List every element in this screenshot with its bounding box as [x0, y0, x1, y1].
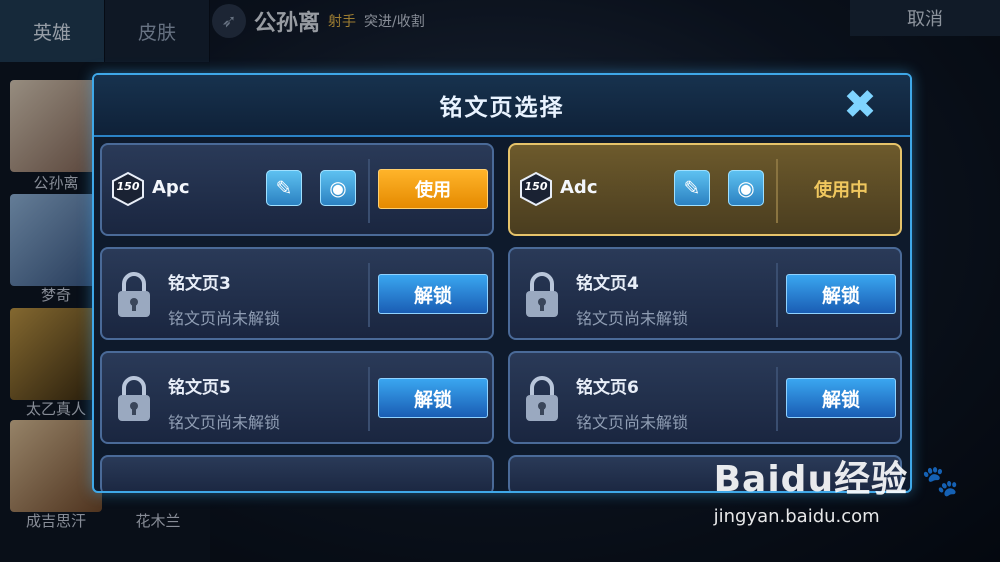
paw-icon: 🐾 — [921, 464, 960, 499]
baidu-watermark: Baidu经验 🐾 jingyan.baidu.com — [714, 450, 960, 527]
rune-page-card-partial — [100, 455, 494, 491]
rune-page-modal: 铭文页选择 ✖ 150 Apc ✎ ◉ 使用 150 Adc ✎ ◉ 使用中 铭… — [92, 73, 912, 493]
level-badge-text: 150 — [524, 180, 548, 193]
unlock-button[interactable]: 解锁 — [786, 274, 896, 314]
card-divider — [776, 159, 778, 223]
rune-page-status: 铭文页尚未解锁 — [168, 413, 281, 432]
rune-page-name: 铭文页3 — [168, 274, 231, 294]
use-button[interactable]: 使用 — [378, 169, 488, 209]
card-divider — [368, 263, 370, 327]
rune-page-card-active: 150 Adc ✎ ◉ 使用中 — [508, 143, 902, 236]
eye-icon[interactable]: ◉ — [320, 170, 356, 206]
locked-rune-page-card: 铭文页4 铭文页尚未解锁 解锁 — [508, 247, 902, 340]
level-badge-text: 150 — [116, 180, 140, 193]
eye-icon[interactable]: ◉ — [728, 170, 764, 206]
rune-page-name: 铭文页6 — [576, 378, 639, 398]
locked-rune-page-card: 铭文页3 铭文页尚未解锁 解锁 — [100, 247, 494, 340]
rune-page-card: 150 Apc ✎ ◉ 使用 — [100, 143, 494, 236]
lock-icon — [522, 375, 562, 423]
modal-header: 铭文页选择 ✖ — [94, 75, 910, 137]
modal-title: 铭文页选择 — [439, 95, 565, 121]
card-divider — [776, 263, 778, 327]
unlock-button[interactable]: 解锁 — [378, 274, 488, 314]
rune-page-name: Adc — [560, 177, 598, 198]
rune-page-name: 铭文页5 — [168, 378, 231, 398]
lock-icon — [114, 271, 154, 319]
eraser-icon[interactable]: ✎ — [674, 170, 710, 206]
lock-icon — [522, 271, 562, 319]
card-divider — [368, 367, 370, 431]
rune-page-status: 铭文页尚未解锁 — [576, 413, 689, 432]
unlock-button[interactable]: 解锁 — [378, 378, 488, 418]
locked-rune-page-card: 铭文页5 铭文页尚未解锁 解锁 — [100, 351, 494, 444]
in-use-label: 使用中 — [814, 180, 868, 201]
unlock-button[interactable]: 解锁 — [786, 378, 896, 418]
watermark-brand: Baidu经验 — [713, 459, 909, 500]
rune-page-name: Apc — [152, 177, 190, 198]
card-divider — [368, 159, 370, 223]
rune-page-status: 铭文页尚未解锁 — [576, 309, 689, 328]
watermark-url: jingyan.baidu.com — [713, 506, 880, 527]
lock-icon — [114, 375, 154, 423]
rune-page-status: 铭文页尚未解锁 — [168, 309, 281, 328]
rune-page-name: 铭文页4 — [576, 274, 639, 294]
close-icon[interactable]: ✖ — [838, 82, 882, 128]
rune-page-list: 150 Apc ✎ ◉ 使用 150 Adc ✎ ◉ 使用中 铭文页3 铭文页尚… — [100, 143, 904, 491]
card-divider — [776, 367, 778, 431]
eraser-icon[interactable]: ✎ — [266, 170, 302, 206]
locked-rune-page-card: 铭文页6 铭文页尚未解锁 解锁 — [508, 351, 902, 444]
